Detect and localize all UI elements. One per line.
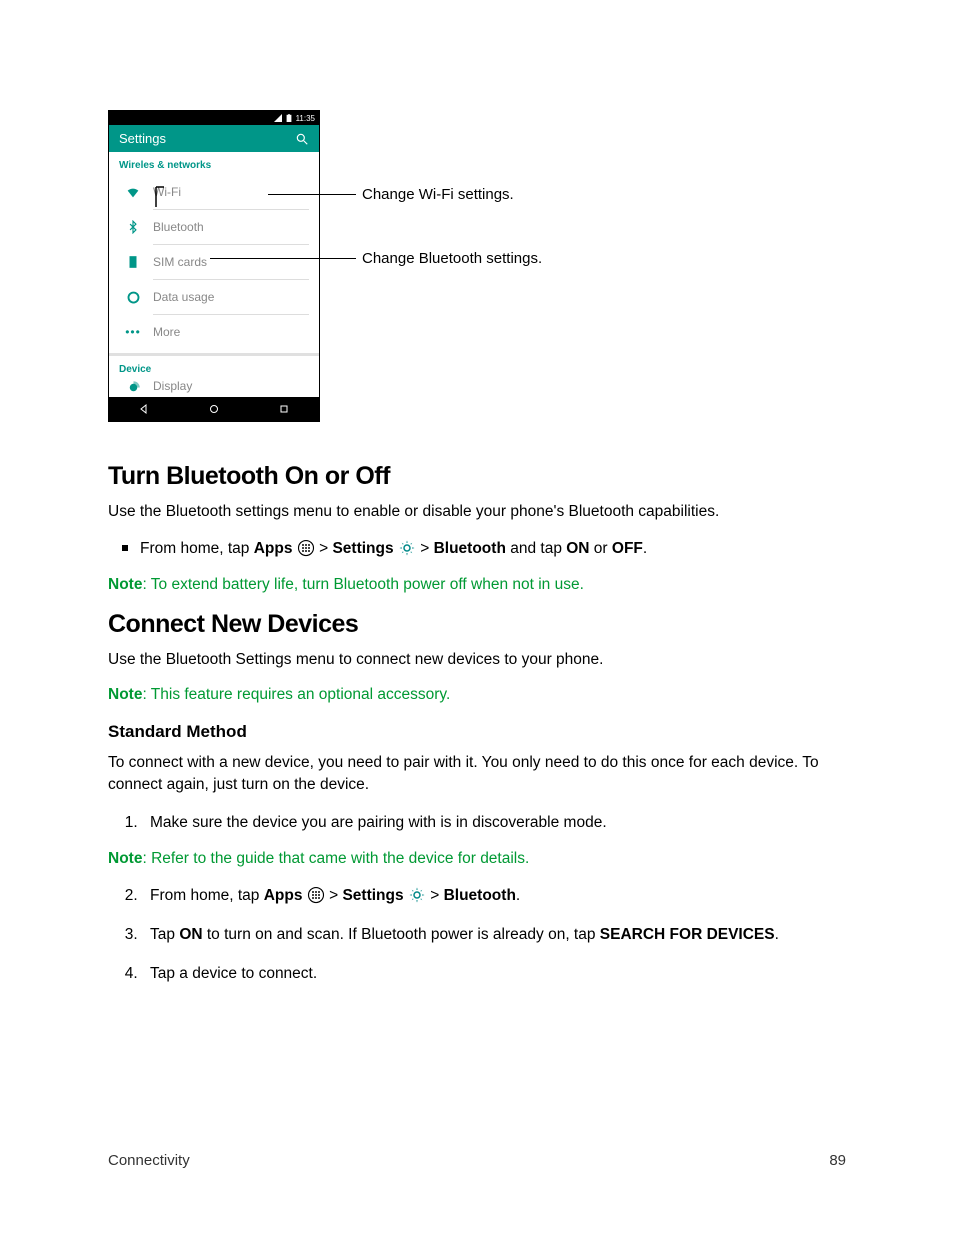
- label-on: ON: [179, 926, 202, 943]
- page-footer: Connectivity 89: [108, 1152, 846, 1169]
- nav-bar: [109, 397, 319, 421]
- display-icon: [125, 379, 141, 395]
- data-usage-icon: [125, 289, 141, 305]
- recent-icon[interactable]: [278, 403, 290, 415]
- status-time: 11:35: [296, 114, 315, 123]
- footer-section: Connectivity: [108, 1152, 190, 1169]
- sep: >: [416, 540, 434, 557]
- more-icon: •••: [125, 324, 141, 340]
- back-icon[interactable]: [138, 403, 150, 415]
- battery-icon: [285, 114, 293, 122]
- appbar-title: Settings: [119, 131, 166, 146]
- heading-standard-method: Standard Method: [108, 722, 846, 742]
- para-connect-intro: Use the Bluetooth Settings menu to conne…: [108, 649, 846, 671]
- note-label: Note: [108, 850, 142, 867]
- text: to turn on and scan. If Bluetooth power …: [203, 926, 600, 943]
- note-guide: Note: Refer to the guide that came with …: [108, 850, 846, 868]
- row-display[interactable]: Display: [153, 379, 309, 397]
- row-data[interactable]: Data usage: [153, 279, 309, 314]
- text: .: [516, 887, 520, 904]
- sep: >: [426, 887, 444, 904]
- section-wireless: Wireles & networks: [109, 152, 319, 175]
- label-apps: Apps: [254, 540, 293, 557]
- text: From home, tap: [150, 887, 264, 904]
- step-2: From home, tap Apps > Settings > Bluetoo…: [142, 884, 846, 907]
- note-battery: Note: To extend battery life, turn Bluet…: [108, 576, 846, 594]
- text: and tap: [506, 540, 566, 557]
- text: .: [643, 540, 647, 557]
- sep: >: [315, 540, 333, 557]
- note-text: : To extend battery life, turn Bluetooth…: [142, 576, 583, 593]
- label-bluetooth: Bluetooth: [434, 540, 506, 557]
- section-device: Device: [109, 356, 319, 379]
- para-standard-intro: To connect with a new device, you need t…: [108, 752, 846, 797]
- callout-bt: Change Bluetooth settings.: [362, 250, 542, 267]
- heading-turn-bluetooth: Turn Bluetooth On or Off: [108, 462, 846, 491]
- label-on: ON: [566, 540, 589, 557]
- label-settings: Settings: [332, 540, 393, 557]
- bracket-icon: [154, 185, 168, 209]
- status-bar: 11:35: [109, 111, 319, 125]
- bluetooth-icon: [125, 219, 141, 235]
- label-off: OFF: [612, 540, 643, 557]
- note-accessory: Note: This feature requires an optional …: [108, 686, 846, 704]
- step-4: Tap a device to connect.: [142, 962, 846, 985]
- wifi-icon: [125, 184, 141, 200]
- callout-wifi: Change Wi-Fi settings.: [362, 186, 514, 203]
- sim-icon: [125, 254, 141, 270]
- apps-icon: [297, 539, 315, 557]
- label-search-devices: SEARCH FOR DEVICES: [600, 926, 775, 943]
- row-data-label: Data usage: [153, 290, 214, 304]
- row-more[interactable]: ••• More: [153, 314, 309, 349]
- label-apps: Apps: [264, 887, 303, 904]
- text: or: [590, 540, 612, 557]
- settings-icon: [398, 539, 416, 557]
- settings-icon: [408, 886, 426, 904]
- sep: >: [325, 887, 343, 904]
- step-3: Tap ON to turn on and scan. If Bluetooth…: [142, 923, 846, 946]
- text: From home, tap: [140, 540, 254, 557]
- heading-connect-devices: Connect New Devices: [108, 610, 846, 639]
- figure-settings-phone: 11:35 Settings Wireles & networks Wi-Fi: [108, 110, 846, 422]
- signal-icon: [274, 114, 282, 122]
- apps-icon: [307, 886, 325, 904]
- label-bluetooth: Bluetooth: [444, 887, 516, 904]
- row-display-label: Display: [153, 379, 192, 393]
- row-sim-label: SIM cards: [153, 255, 207, 269]
- note-label: Note: [108, 576, 142, 593]
- row-bluetooth[interactable]: Bluetooth: [153, 209, 309, 244]
- search-icon[interactable]: [295, 132, 309, 146]
- note-text: : This feature requires an optional acce…: [142, 686, 450, 703]
- bullet-bt-path: From home, tap Apps > Settings > Bluetoo…: [140, 537, 846, 562]
- step-1: Make sure the device you are pairing wit…: [142, 811, 846, 834]
- label-settings: Settings: [342, 887, 403, 904]
- note-text: : Refer to the guide that came with the …: [142, 850, 529, 867]
- home-icon[interactable]: [208, 403, 220, 415]
- para-bt-intro: Use the Bluetooth settings menu to enabl…: [108, 501, 846, 523]
- text: .: [775, 926, 779, 943]
- footer-page-number: 89: [829, 1152, 846, 1169]
- app-bar: Settings: [109, 125, 319, 152]
- text: Tap: [150, 926, 179, 943]
- row-bt-label: Bluetooth: [153, 220, 204, 234]
- row-more-label: More: [153, 325, 180, 339]
- note-label: Note: [108, 686, 142, 703]
